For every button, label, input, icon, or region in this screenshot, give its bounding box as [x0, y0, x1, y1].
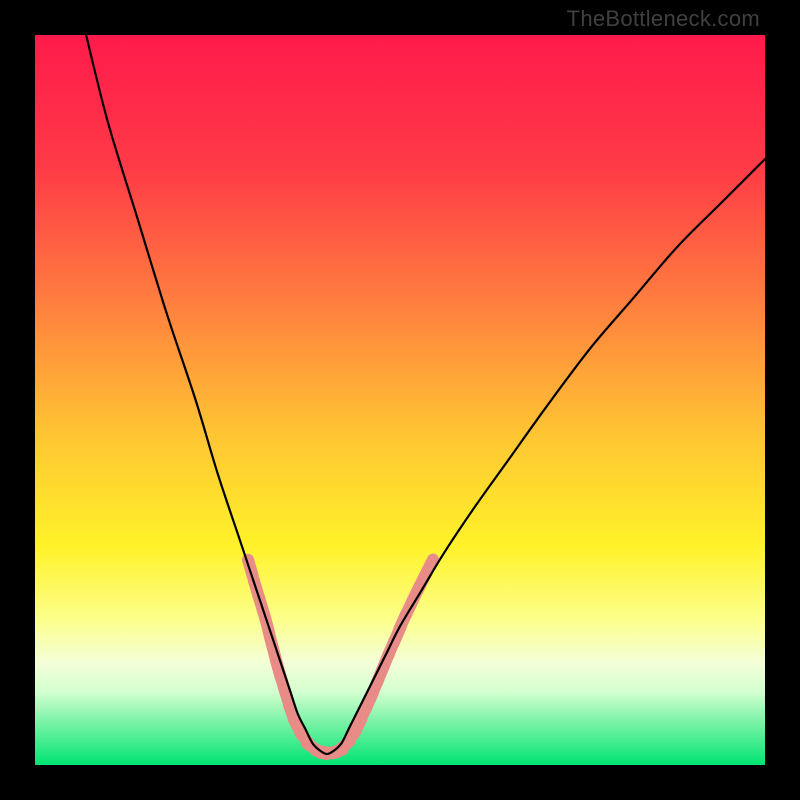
curve-layer [35, 35, 765, 765]
chart-frame: TheBottleneck.com [0, 0, 800, 800]
plot-area [35, 35, 765, 765]
bottleneck-curve [86, 35, 765, 754]
marker-cluster [248, 560, 433, 755]
watermark-text: TheBottleneck.com [567, 6, 760, 32]
